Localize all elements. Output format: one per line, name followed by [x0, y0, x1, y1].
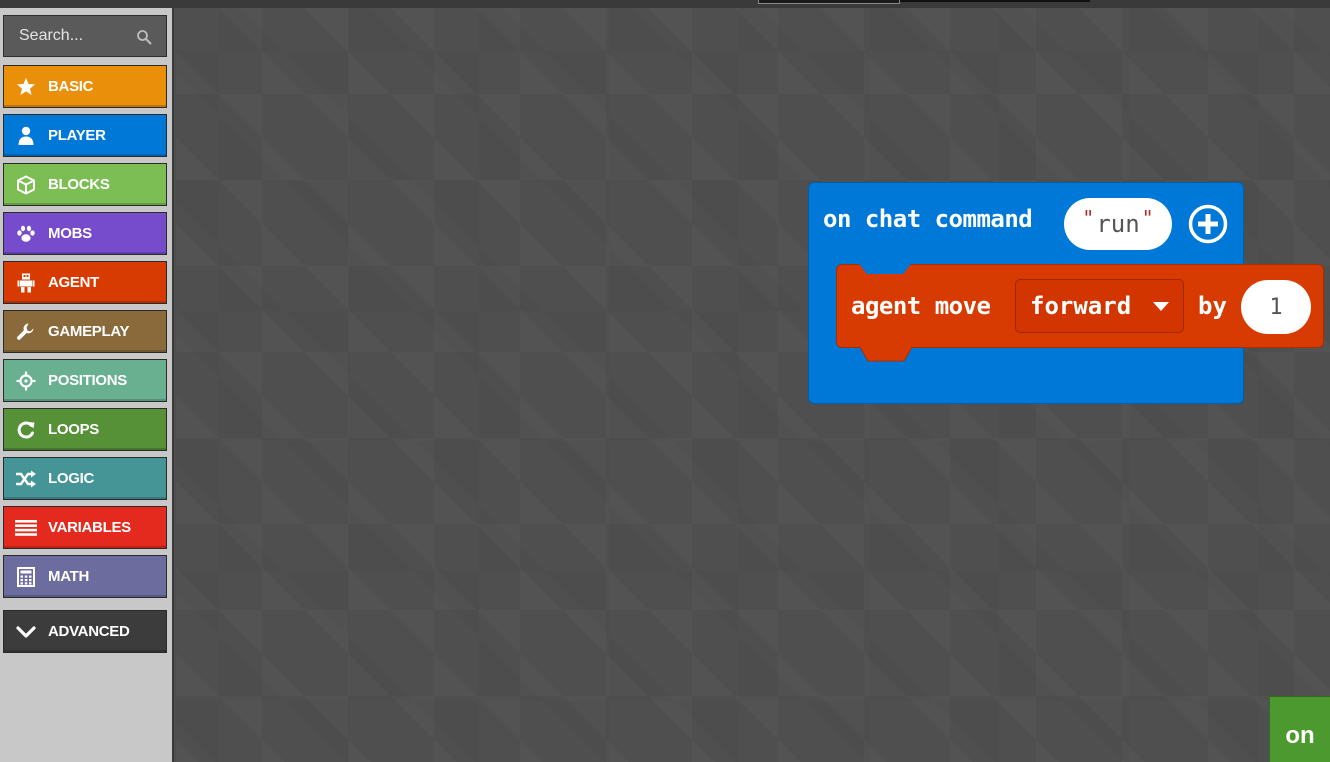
- direction-value: forward: [1030, 292, 1132, 320]
- top-bar-tab: [758, 0, 900, 4]
- add-parameter-icon[interactable]: [1188, 204, 1228, 244]
- category-label: MATH: [48, 568, 90, 585]
- category-math[interactable]: MATH: [3, 555, 167, 598]
- by-label: by: [1198, 292, 1227, 320]
- caret-down-icon: [1153, 302, 1169, 311]
- block-notch: [859, 264, 911, 274]
- command-value: run: [1096, 210, 1140, 238]
- star-icon: [15, 76, 37, 98]
- calculator-icon: [15, 566, 37, 588]
- search-input[interactable]: [4, 26, 141, 46]
- category-blocks[interactable]: BLOCKS: [3, 163, 167, 206]
- search-icon[interactable]: [136, 29, 152, 45]
- category-label: AGENT: [48, 274, 100, 291]
- search-box[interactable]: [3, 15, 167, 57]
- on-start-block[interactable]: on: [1269, 696, 1330, 762]
- paw-icon: [15, 223, 37, 245]
- category-logic[interactable]: LOGIC: [3, 457, 167, 500]
- lines-icon: [15, 517, 37, 539]
- category-label: BASIC: [48, 78, 94, 95]
- chevron-down-icon: [15, 621, 37, 643]
- on-button-label: on: [1285, 722, 1315, 749]
- category-positions[interactable]: POSITIONS: [3, 359, 167, 402]
- cube-icon: [15, 174, 37, 196]
- toolbox: BASIC PLAYER BLOCKS MOBS AGENT GAMEPLAY: [0, 8, 174, 762]
- event-block-label: on chat command: [823, 205, 1033, 233]
- category-basic[interactable]: BASIC: [3, 65, 167, 108]
- category-label: VARIABLES: [48, 519, 131, 536]
- category-variables[interactable]: VARIABLES: [3, 506, 167, 549]
- category-advanced[interactable]: ADVANCED: [3, 610, 167, 653]
- block-bottom-notch: [860, 347, 912, 362]
- top-bar-divider: [900, 0, 1090, 2]
- category-mobs[interactable]: MOBS: [3, 212, 167, 255]
- category-label: PLAYER: [48, 127, 106, 144]
- direction-dropdown[interactable]: forward: [1015, 279, 1184, 333]
- loop-icon: [15, 419, 37, 441]
- shuffle-icon: [15, 468, 37, 490]
- agent-icon: [15, 272, 37, 294]
- category-label: BLOCKS: [48, 176, 110, 193]
- category-player[interactable]: PLAYER: [3, 114, 167, 157]
- category-loops[interactable]: LOOPS: [3, 408, 167, 451]
- person-icon: [15, 125, 37, 147]
- category-label: MOBS: [48, 225, 92, 242]
- category-label: LOOPS: [48, 421, 100, 438]
- amount-number-input[interactable]: 1: [1241, 280, 1311, 334]
- wrench-icon: [15, 321, 37, 343]
- category-label: GAMEPLAY: [48, 323, 130, 340]
- agent-move-block[interactable]: agent move forward by 1: [836, 264, 1324, 348]
- statement-block-label: agent move: [851, 292, 991, 320]
- category-gameplay[interactable]: GAMEPLAY: [3, 310, 167, 353]
- top-bar: [0, 0, 1330, 8]
- category-agent[interactable]: AGENT: [3, 261, 167, 304]
- category-label: LOGIC: [48, 470, 94, 487]
- crosshair-icon: [15, 370, 37, 392]
- category-label: POSITIONS: [48, 372, 127, 389]
- amount-value: 1: [1269, 294, 1283, 320]
- category-label: ADVANCED: [48, 623, 130, 640]
- command-string-input[interactable]: " run ": [1064, 198, 1172, 250]
